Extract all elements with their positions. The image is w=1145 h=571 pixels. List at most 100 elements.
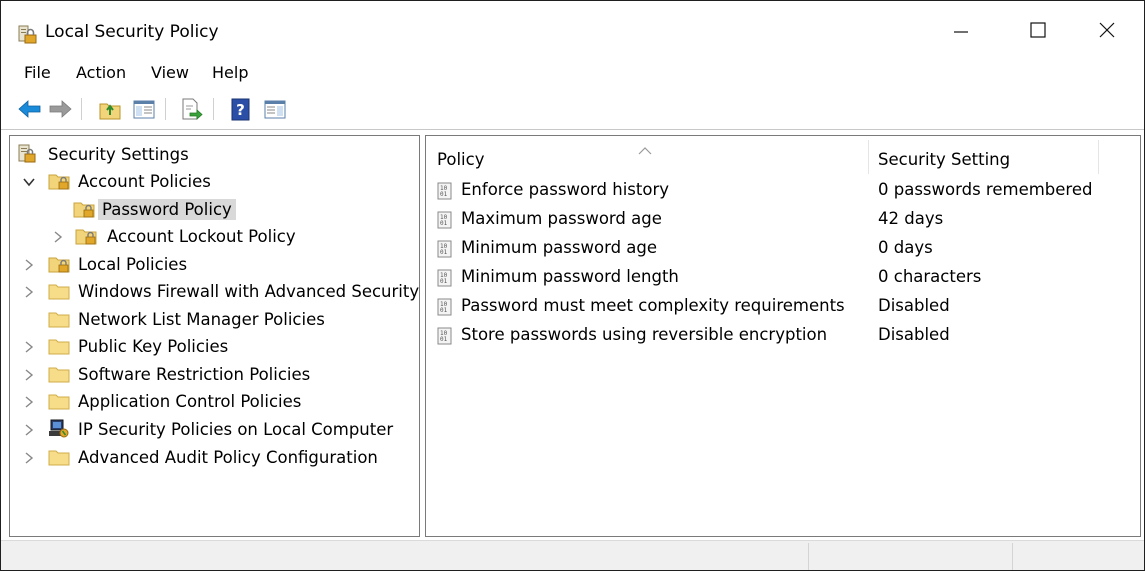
tree-label: Password Policy [98,199,236,220]
policy-name: Minimum password age [461,238,658,257]
svg-text:01: 01 [440,307,448,314]
policy-setting-value: 0 characters [878,267,982,286]
tree-label: Local Policies [78,255,188,274]
policy-setting-icon: 10 01 [436,298,454,316]
column-header-policy[interactable]: Policy [437,150,484,169]
tree-label: Account Lockout Policy [107,227,296,246]
title-bar[interactable]: Local Security Policy [1,1,1144,61]
tree-item-account-policies[interactable]: Account Policies [10,169,415,195]
svg-text:01: 01 [440,278,448,285]
policy-setting-icon: 10 01 [436,327,454,345]
tree-item-network-list-manager[interactable]: Network List Manager Policies [10,307,415,333]
folder-icon [48,309,70,329]
policy-setting-value: 42 days [878,209,944,228]
menu-help[interactable]: Help [212,63,248,82]
tree-label: Software Restriction Policies [78,365,311,384]
toolbar-separator [213,98,214,120]
tree-label: Public Key Policies [78,337,229,356]
policy-name: Minimum password length [461,267,679,286]
chevron-right-icon[interactable] [22,257,36,271]
help-icon[interactable]: ? [228,95,254,123]
up-folder-icon[interactable] [97,95,123,123]
tree-label: Network List Manager Policies [78,310,325,329]
chevron-right-icon[interactable] [22,394,36,408]
tree-item-account-lockout-policy[interactable]: Account Lockout Policy [10,224,415,250]
chevron-right-icon[interactable] [22,339,36,353]
list-row[interactable]: 10 01 Maximum password age 42 days [426,207,1138,235]
policy-list-pane[interactable]: Policy Security Setting 10 01 Enforce pas… [425,135,1141,537]
chevron-right-icon[interactable] [22,367,36,381]
policy-name: Maximum password age [461,209,662,228]
folder-icon [48,391,70,411]
sort-ascending-icon [638,140,652,159]
policy-setting-icon: 10 01 [436,182,454,200]
policy-setting-value: 0 days [878,238,933,257]
status-bar-divider [808,543,809,570]
chevron-right-icon[interactable] [22,450,36,464]
policy-setting-icon: 10 01 [436,211,454,229]
policy-folder-icon [48,171,70,191]
policy-setting-value: Disabled [878,296,950,315]
policy-setting-value: Disabled [878,325,950,344]
list-row[interactable]: 10 01 Store passwords using reversible en… [426,323,1138,351]
tree-item-windows-firewall[interactable]: Windows Firewall with Advanced Security [10,279,419,305]
tree-item-security-settings[interactable]: Security Settings [10,142,415,168]
close-button[interactable] [1092,15,1122,45]
folder-icon [48,336,70,356]
chevron-down-icon[interactable] [22,174,36,188]
menu-action[interactable]: Action [76,63,126,82]
minimize-button[interactable] [946,15,976,45]
chevron-right-icon[interactable] [51,229,65,243]
tree-item-password-policy[interactable]: Password Policy [10,197,415,223]
console-tree-pane[interactable]: Security Settings Account Policies Passw… [9,135,420,537]
column-header-security-setting[interactable]: Security Setting [878,150,1010,169]
window-title: Local Security Policy [45,22,219,42]
list-row[interactable]: 10 01 Minimum password age 0 days [426,236,1138,264]
column-divider[interactable] [868,140,869,174]
tree-label: IP Security Policies on Local Computer [78,420,394,439]
tree-label: Advanced Audit Policy Configuration [78,448,378,467]
policy-folder-icon [75,226,97,246]
show-hide-action-pane-icon[interactable] [262,95,288,123]
policy-setting-icon: 10 01 [436,240,454,258]
show-hide-console-tree-icon[interactable] [131,95,157,123]
local-security-policy-window: Local Security Policy File Action View H… [0,0,1145,571]
menu-file[interactable]: File [24,63,51,82]
security-settings-icon [18,144,40,164]
chevron-right-icon[interactable] [22,422,36,436]
forward-arrow-icon[interactable] [47,95,73,123]
folder-icon [48,281,70,301]
export-list-icon[interactable] [178,95,204,123]
svg-text:01: 01 [440,191,448,198]
policy-folder-icon [73,199,95,219]
tree-item-ip-security-policies[interactable]: IP Security Policies on Local Computer [10,417,415,443]
toolbar-separator [81,98,82,120]
policy-name: Store passwords using reversible encrypt… [461,325,828,344]
chevron-right-icon[interactable] [22,284,36,298]
svg-text:?: ? [236,101,245,119]
ip-security-icon [48,419,70,439]
tree-item-local-policies[interactable]: Local Policies [10,252,415,278]
list-row[interactable]: 10 01 Enforce password history 0 password… [426,178,1138,206]
list-row[interactable]: 10 01 Password must meet complexity requi… [426,294,1138,322]
maximize-button[interactable] [1023,15,1053,45]
list-row[interactable]: 10 01 Minimum password length 0 character… [426,265,1138,293]
back-arrow-icon[interactable] [17,95,43,123]
tree-item-public-key-policies[interactable]: Public Key Policies [10,334,415,360]
policy-folder-icon [48,254,70,274]
column-divider[interactable] [1098,140,1099,174]
policy-setting-icon: 10 01 [436,269,454,287]
policy-name: Password must meet complexity requiremen… [461,296,845,315]
tree-label: Account Policies [78,172,211,191]
svg-text:01: 01 [440,249,448,256]
tree-label: Windows Firewall with Advanced Security [78,282,420,301]
menu-view[interactable]: View [151,63,189,82]
status-bar-divider [1012,543,1013,570]
svg-text:01: 01 [440,220,448,227]
tree-item-advanced-audit-policy[interactable]: Advanced Audit Policy Configuration [10,445,415,471]
policy-name: Enforce password history [461,180,670,199]
folder-icon [48,364,70,384]
tree-item-application-control[interactable]: Application Control Policies [10,389,415,415]
tree-item-software-restriction[interactable]: Software Restriction Policies [10,362,415,388]
folder-icon [48,447,70,467]
